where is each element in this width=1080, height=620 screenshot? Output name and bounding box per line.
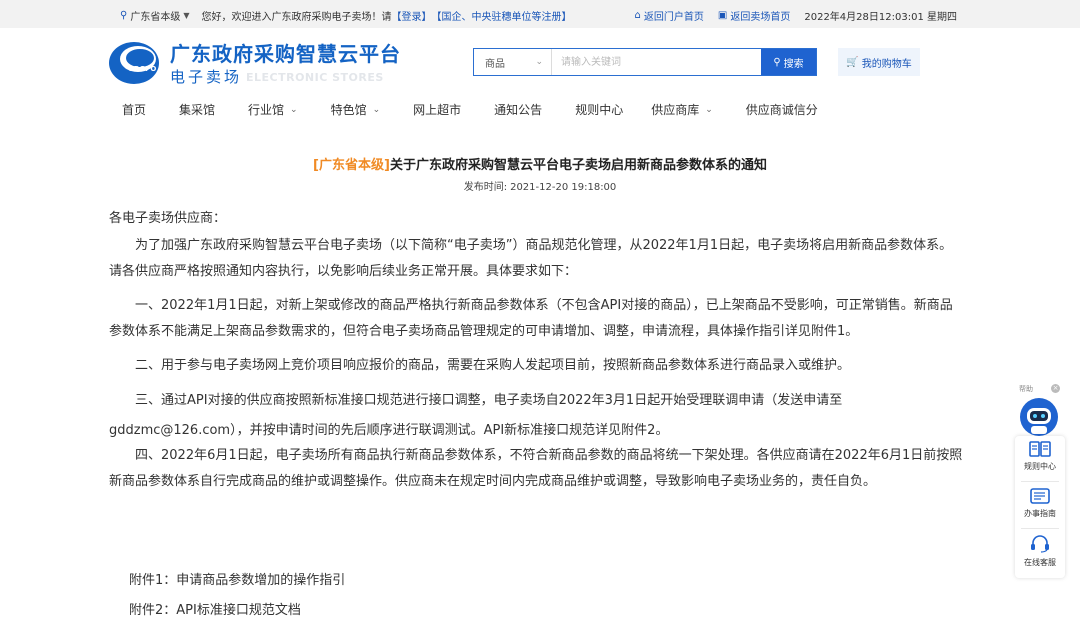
nav-item-credit[interactable]: 供应商诚信分 [746,101,818,118]
top-bar-left: ⚲ 广东省本级 ▼ 您好，欢迎进入广东政府采购电子卖场！请 【登录】 【国企、中… [120,8,571,23]
current-datetime: 2022年4月28日12:03:01 星期四 [804,12,957,23]
top-bar: ⚲ 广东省本级 ▼ 您好，欢迎进入广东政府采购电子卖场！请 【登录】 【国企、中… [0,0,1080,28]
brand-subtitle-en: ELECTRONIC STORES [246,71,384,84]
article-title-text: 关于广东政府采购智慧云平台电子卖场启用新商品参数体系的通知 [389,158,767,173]
store-icon: ▣ [717,10,728,21]
book-icon [1029,441,1051,457]
robot-assistant-icon[interactable] [1018,396,1060,438]
cart-icon: 🛒 [846,56,859,68]
back-store-label: 返回卖场首页 [730,12,791,23]
chevron-down-icon: ⌄ [372,104,381,115]
login-link[interactable]: 【登录】 [391,8,431,23]
headset-icon [1031,535,1049,553]
article-paragraph-4-line-2: gddzmc@126.com），并按申请时间的先后顺序进行联调测试。API新标准… [109,423,669,438]
search-bar: 商品 ⌄ ⚲ 搜索 [473,48,817,76]
brand-title: 广东政府采购智慧云平台 [170,42,401,66]
cart-button[interactable]: 🛒 我的购物车 [838,48,920,76]
article-salutation: 各电子卖场供应商： [109,211,227,226]
nav-item-label: 特色馆 [330,103,367,117]
search-input[interactable] [552,49,761,75]
side-item-rules[interactable]: 规则中心 [1015,441,1065,472]
side-item-support[interactable]: 在线客服 [1015,535,1065,568]
nav-item-featured[interactable]: 特色馆 ⌄ [331,101,381,118]
search-category-select[interactable]: 商品 ⌄ [474,49,552,75]
register-link[interactable]: 【国企、中央驻穗单位等注册】 [431,8,571,23]
search-button[interactable]: ⚲ 搜索 [761,49,816,75]
nav-item-label: 行业馆 [248,103,285,117]
side-item-label: 在线客服 [1024,558,1056,567]
nav-item-industry[interactable]: 行业馆 ⌄ [248,101,298,118]
chevron-down-icon: ⌄ [290,104,298,115]
side-item-guide[interactable]: 办事指南 [1015,488,1065,519]
chevron-down-icon: ⌄ [705,104,713,115]
top-bar-right: ⌂ 返回门户首页 ▣ 返回卖场首页 2022年4月28日12:03:01 星期四 [621,8,957,23]
gdgpo-logo[interactable]: GDGPO [108,40,160,86]
location-selector[interactable]: ⚲ 广东省本级 ▼ [120,8,189,23]
help-tip: 帮助 [1019,385,1033,393]
search-button-label: 搜索 [783,58,804,70]
search-icon: ⚲ [773,56,781,68]
close-icon[interactable]: × [1051,384,1060,393]
nav-item-label: 规则中心 [575,103,624,117]
article-paragraph-1: 为了加强广东政府采购智慧云平台电子卖场（以下简称“电子卖场”）商品规范化管理，从… [109,238,953,279]
attachment-link-2[interactable]: 附件2：API标准接口规范文档 [129,599,301,618]
guide-icon [1030,488,1050,504]
location-pin-icon: ⚲ [120,10,128,21]
article-region-tag: [广东省本级] [313,158,390,173]
brand-subtitle: 电子卖场 [170,68,243,86]
cart-label: 我的购物车 [861,58,912,70]
article-paragraph-4-line-1: 三、通过API对接的供应商按照新标准接口规范进行接口调整，电子卖场自2022年3… [135,393,843,408]
article-paragraph-5: 四、2022年6月1日起，电子卖场所有商品执行新商品参数体系，不符合新商品参数的… [109,448,963,489]
side-item-label: 规则中心 [1024,462,1056,471]
logo-text: GDGPO [128,65,156,73]
nav-item-label: 首页 [122,103,147,117]
article-title: [广东省本级]关于广东政府采购智慧云平台电子卖场启用新商品参数体系的通知 [0,154,1080,173]
nav-item-label: 供应商库 [651,103,700,117]
back-portal-label: 返回门户首页 [643,12,704,23]
location-label: 广东省本级 [130,12,181,23]
caret-down-icon: ▼ [183,11,190,20]
side-divider [1021,528,1059,529]
date-value: 2021-12-20 19:18:00 [510,182,617,193]
chevron-down-icon: ⌄ [535,57,543,67]
main-nav: 首页 集采馆 行业馆 ⌄ 特色馆 ⌄ 网上超市 通知公告 规则中心 供应商库 ⌄ 供应… [122,101,818,118]
article-paragraph-2: 一、2022年1月1日起，对新上架或修改的商品严格执行新商品参数体系（不包含AP… [109,298,953,339]
attachment-link-1[interactable]: 附件1：申请商品参数增加的操作指引 [129,569,345,588]
nav-item-home[interactable]: 首页 [122,101,146,118]
article-date: 发布时间: 2021-12-20 19:18:00 [0,178,1080,193]
nav-item-centralized[interactable]: 集采馆 [179,101,215,118]
search-category-label: 商品 [485,58,505,70]
back-portal-link[interactable]: ⌂ 返回门户首页 [635,8,704,23]
nav-item-rules[interactable]: 规则中心 [575,101,623,118]
back-store-link[interactable]: ▣ 返回卖场首页 [718,8,790,23]
side-item-label: 办事指南 [1024,509,1056,518]
nav-item-label: 网上超市 [413,103,462,117]
nav-item-label: 供应商诚信分 [745,103,818,117]
home-icon: ⌂ [634,10,641,21]
nav-item-label: 通知公告 [494,103,543,117]
nav-item-label: 集采馆 [179,103,216,117]
welcome-text: 您好，欢迎进入广东政府采购电子卖场！请 [201,12,392,23]
nav-item-supermarket[interactable]: 网上超市 [413,101,461,118]
article-paragraph-3: 二、用于参与电子卖场网上竞价项目响应报价的商品，需要在采购人发起项目前，按照新商… [135,358,851,373]
side-panel: 规则中心 办事指南 在线客服 [1015,436,1065,578]
date-label: 发布时间: [463,182,508,193]
nav-item-notices[interactable]: 通知公告 [494,101,542,118]
side-divider [1021,481,1059,482]
nav-item-suppliers[interactable]: 供应商库 ⌄ [651,101,713,118]
